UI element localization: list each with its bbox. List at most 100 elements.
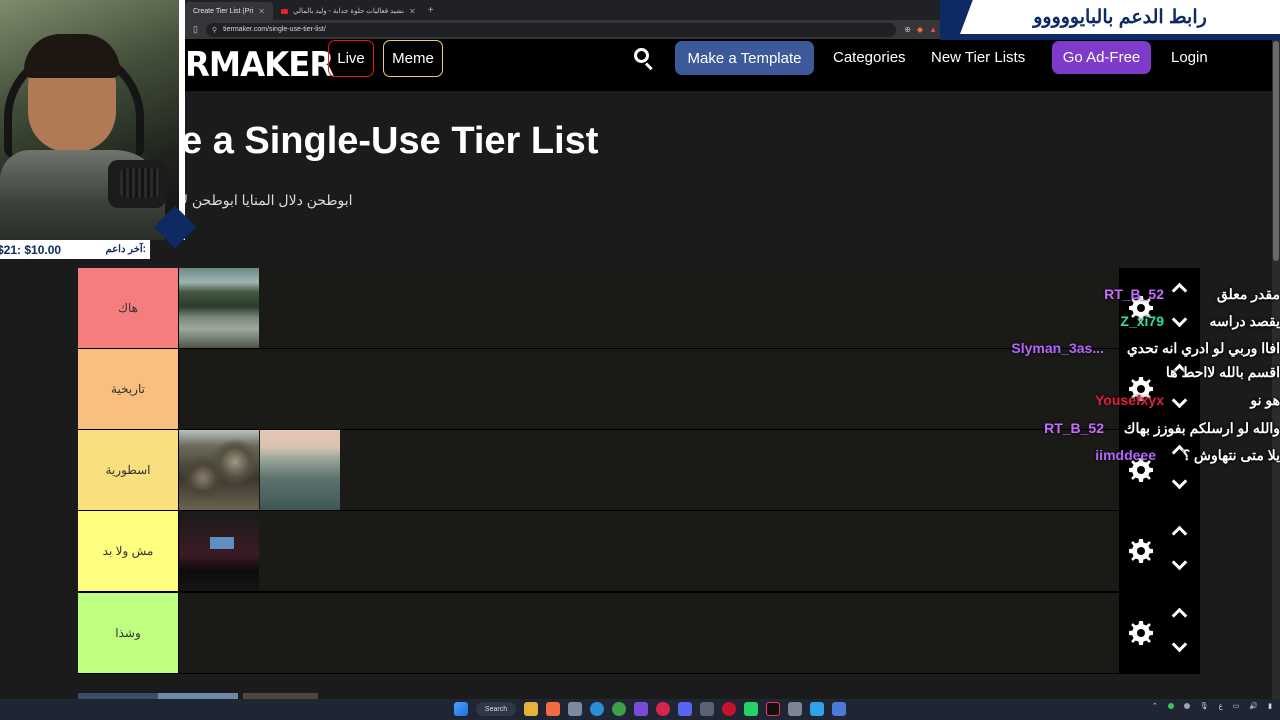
tab-label: Create Tier List (Pri bbox=[193, 7, 254, 15]
close-icon[interactable]: ✕ bbox=[409, 7, 416, 16]
login-link[interactable]: Login bbox=[1171, 49, 1208, 66]
chat-username: Yousefxyx bbox=[1095, 392, 1164, 408]
taskbar-search-label: Search bbox=[484, 705, 508, 713]
windows-start-icon[interactable] bbox=[454, 702, 468, 716]
site-info-icon[interactable]: ⚲ bbox=[212, 26, 217, 34]
whatsapp-icon[interactable] bbox=[744, 702, 758, 716]
tier-image-theatre[interactable] bbox=[179, 511, 259, 591]
chat-message: والله لو ارسلكم بفوزز بهاك RT_B_52 bbox=[1044, 416, 1280, 440]
meme-button[interactable]: Meme bbox=[383, 40, 443, 77]
tiermaker-logo[interactable]: RMAKER bbox=[185, 45, 334, 85]
app-icon[interactable] bbox=[832, 702, 846, 716]
donation-label: آخر داعم: bbox=[105, 244, 146, 255]
webcam-frame bbox=[0, 0, 185, 240]
tier-label[interactable]: اسطورية bbox=[78, 430, 178, 510]
chat-message: يلا متى نتهاوش ؟ iimddeee bbox=[1095, 443, 1280, 467]
tier-label[interactable]: مش ولا بد bbox=[78, 511, 178, 591]
brave-shield-icon[interactable]: ◆ bbox=[917, 25, 923, 34]
discord-icon[interactable] bbox=[678, 702, 692, 716]
status-icon[interactable] bbox=[1183, 703, 1190, 709]
chat-text: مقدر معلق bbox=[1216, 286, 1280, 302]
chevron-up-icon[interactable]: ⌃ bbox=[1152, 702, 1158, 710]
categories-link[interactable]: Categories bbox=[833, 49, 906, 66]
tier-items[interactable] bbox=[179, 511, 1119, 591]
tier-image-lake[interactable] bbox=[179, 268, 259, 348]
chat-message: هو نو Yousefxyx bbox=[1095, 388, 1280, 412]
system-tray: ⌃ 🎙 ع ▭ 🔊 ▮ bbox=[1152, 702, 1272, 710]
mic-icon[interactable]: 🎙 bbox=[1200, 702, 1209, 710]
webcam-overlay bbox=[0, 0, 185, 240]
tier-label[interactable]: تاريخية bbox=[78, 349, 178, 429]
page-title: e a Single-Use Tier List bbox=[181, 120, 599, 162]
chevron-down-icon[interactable] bbox=[1171, 639, 1187, 655]
gear-icon[interactable] bbox=[1127, 537, 1155, 565]
chat-text: يقصد دراسه bbox=[1209, 313, 1280, 329]
close-icon[interactable]: ✕ bbox=[258, 7, 265, 16]
site-header: RMAKER Live Meme Make a Template Categor… bbox=[185, 39, 1280, 91]
chat-username: Z_xi79 bbox=[1120, 313, 1164, 329]
windows-taskbar: Search ⌃ 🎙 ع ▭ 🔊 ▮ bbox=[0, 699, 1280, 720]
chat-message: افاا وربي لو ادري انه تحدي اقسم بالله لا… bbox=[1011, 336, 1280, 384]
chat-overlay: مقدر معلق RT_B_52 يقصد دراسه Z_xi79 افاا… bbox=[960, 282, 1280, 472]
language-icon[interactable]: ع bbox=[1219, 702, 1223, 710]
volume-icon[interactable]: 🔊 bbox=[1249, 702, 1258, 710]
chevron-down-icon[interactable] bbox=[1171, 557, 1187, 573]
donation-amount: $21: $10.00 bbox=[0, 242, 62, 257]
file-explorer-icon[interactable] bbox=[524, 702, 538, 716]
tiktok-icon[interactable] bbox=[766, 702, 780, 716]
new-tab-icon[interactable]: + bbox=[428, 5, 434, 16]
tier-row: مش ولا بد bbox=[78, 511, 1200, 591]
zoom-icon[interactable]: ⊕ bbox=[904, 25, 911, 34]
last-donor-bar: $21: $10.00 آخر داعم: bbox=[0, 240, 150, 259]
app-icon[interactable] bbox=[634, 702, 648, 716]
brave-rewards-icon[interactable]: ▲ bbox=[929, 25, 937, 34]
tab-youtube[interactable]: نشيد فعاليات حلوة جدابة - وليد بالمالي ✕ bbox=[273, 2, 424, 20]
status-icon[interactable] bbox=[1167, 703, 1174, 709]
new-tier-lists-link[interactable]: New Tier Lists bbox=[931, 49, 1025, 66]
chevron-up-icon[interactable] bbox=[1171, 523, 1187, 539]
chat-text: والله لو ارسلكم بفوزز بهاك bbox=[1123, 420, 1280, 436]
banner-text: رابط الدعم بالبايووووو bbox=[1033, 6, 1207, 28]
bookmark-icon[interactable]: ▯ bbox=[193, 24, 198, 35]
chat-text: افاا وربي لو ادري انه تحدي اقسم بالله لا… bbox=[1126, 340, 1280, 380]
opera-icon[interactable] bbox=[656, 702, 670, 716]
battery-icon[interactable]: ▮ bbox=[1268, 702, 1272, 710]
url-field[interactable]: ⚲ tiermaker.com/single-use-tier-list/ bbox=[205, 22, 897, 37]
tier-controls bbox=[1120, 511, 1200, 591]
scrollbar-thumb[interactable] bbox=[1273, 41, 1279, 261]
chat-text: هو نو bbox=[1250, 392, 1280, 408]
network-icon[interactable]: ▭ bbox=[1233, 702, 1240, 710]
make-template-button[interactable]: Make a Template bbox=[675, 41, 814, 75]
gear-icon[interactable] bbox=[1127, 619, 1155, 647]
chat-message: مقدر معلق RT_B_52 bbox=[1104, 282, 1280, 306]
chevron-up-icon[interactable] bbox=[1171, 605, 1187, 621]
edge-icon[interactable] bbox=[590, 702, 604, 716]
tier-items[interactable] bbox=[179, 593, 1119, 673]
tab-label: نشيد فعاليات حلوة جدابة - وليد بالمالي bbox=[293, 8, 405, 15]
chrome-icon[interactable] bbox=[612, 702, 626, 716]
tier-image-rocks[interactable] bbox=[179, 430, 259, 510]
store-icon[interactable] bbox=[568, 702, 582, 716]
tier-label[interactable]: هاك bbox=[78, 268, 178, 348]
go-ad-free-button[interactable]: Go Ad-Free bbox=[1052, 41, 1151, 74]
app-icon[interactable] bbox=[788, 702, 802, 716]
taskbar-search[interactable]: Search bbox=[476, 702, 516, 716]
tier-image-sea[interactable] bbox=[260, 430, 340, 510]
tier-controls bbox=[1120, 593, 1200, 673]
search-icon[interactable] bbox=[634, 48, 656, 71]
live-button[interactable]: Live bbox=[328, 40, 374, 77]
app-icon[interactable] bbox=[810, 702, 824, 716]
tab-tiermaker[interactable]: Create Tier List (Pri ✕ bbox=[185, 2, 273, 20]
chat-text: يلا متى نتهاوش ؟ bbox=[1182, 447, 1280, 463]
url-text: tiermaker.com/single-use-tier-list/ bbox=[223, 26, 326, 33]
youtube-icon bbox=[281, 8, 288, 14]
brave-icon[interactable] bbox=[546, 702, 560, 716]
chat-username: iimddeee bbox=[1095, 447, 1156, 463]
browser-tab-bar: Create Tier List (Pri ✕ نشيد فعاليات حلو… bbox=[185, 0, 960, 20]
chevron-down-icon[interactable] bbox=[1171, 476, 1187, 492]
obs-icon[interactable] bbox=[722, 702, 736, 716]
screen: Create Tier List (Pri ✕ نشيد فعاليات حلو… bbox=[0, 0, 1280, 720]
tier-label[interactable]: وشذا bbox=[78, 593, 178, 673]
address-bar: ▯ ⚲ tiermaker.com/single-use-tier-list/ … bbox=[185, 20, 945, 39]
app-icon[interactable] bbox=[700, 702, 714, 716]
